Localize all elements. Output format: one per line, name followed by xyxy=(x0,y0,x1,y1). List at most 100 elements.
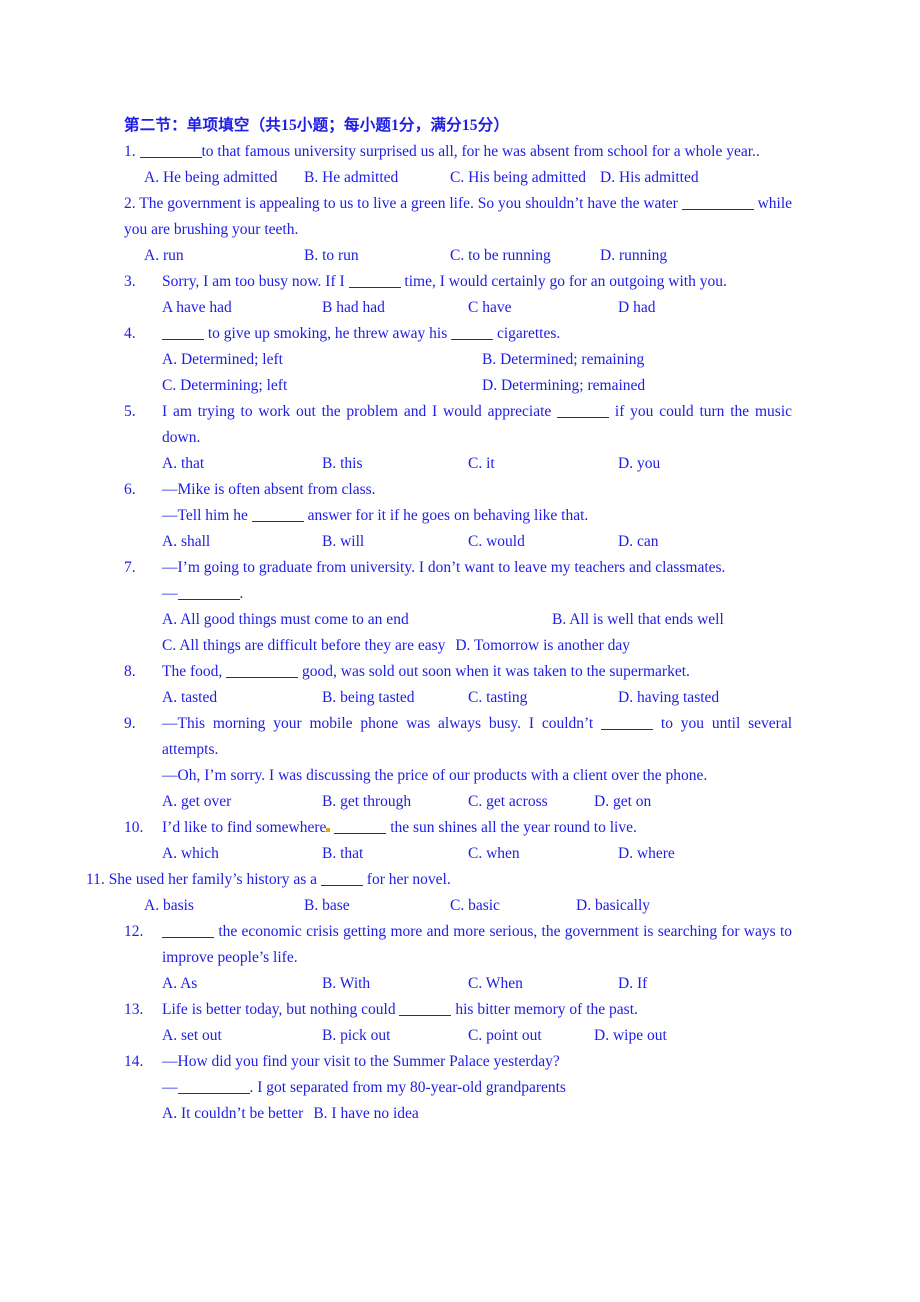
option-a[interactable]: A. get over xyxy=(162,789,322,815)
question-1: 1. to that famous university surprised u… xyxy=(124,139,792,165)
option-d[interactable]: D. having tasted xyxy=(618,685,719,711)
question-3-stem-b: time, I would certainly go for an outgoi… xyxy=(404,273,727,290)
option-c[interactable]: C. Determining; left xyxy=(162,373,482,399)
option-b[interactable]: B. All is well that ends well xyxy=(552,607,792,633)
question-12-options: A. As B. With C. When D. If xyxy=(162,971,792,997)
option-b[interactable]: B. to run xyxy=(304,243,450,269)
option-b[interactable]: B. this xyxy=(322,451,468,477)
question-14-line-1: —How did you find your visit to the Summ… xyxy=(162,1053,560,1070)
option-a[interactable]: A have had xyxy=(162,295,322,321)
option-d[interactable]: D. Determining; remained xyxy=(482,373,645,399)
option-b[interactable]: B. get through xyxy=(322,789,468,815)
question-8-stem-a: The food, xyxy=(162,663,223,680)
option-c[interactable]: C. would xyxy=(468,529,618,555)
question-10-stem-a: I’d like to find somewhere xyxy=(162,819,327,836)
question-8-number: 8. xyxy=(124,663,136,680)
option-a[interactable]: A. tasted xyxy=(162,685,322,711)
question-10-options: A. which B. that C. when D. where xyxy=(162,841,792,867)
option-c[interactable]: C. it xyxy=(468,451,618,477)
question-8-stem: The food, good, was sold out soon when i… xyxy=(162,659,792,685)
question-9-line-2: —Oh, I’m sorry. I was discussing the pri… xyxy=(162,767,708,784)
option-d[interactable]: D. get on xyxy=(594,789,651,815)
document-content: 第二节：单项填空（共15小题；每小题1分，满分15分） 1. to that f… xyxy=(86,113,792,1127)
question-5-stem: I am trying to work out the problem and … xyxy=(162,399,792,451)
question-11-number: 11. xyxy=(86,871,105,888)
option-c[interactable]: C. All things are difficult before they … xyxy=(124,633,445,659)
question-8-options: A. tasted B. being tasted C. tasting D. hav… xyxy=(162,685,792,711)
question-5: 5. I am trying to work out the problem a… xyxy=(124,399,792,477)
option-c[interactable]: C. tasting xyxy=(468,685,618,711)
answer-blank xyxy=(557,402,610,418)
question-7-dash: — xyxy=(162,585,178,602)
option-b[interactable]: B. Determined; remaining xyxy=(482,347,644,373)
question-1-number: 1. xyxy=(124,143,136,160)
option-c[interactable]: C. to be running xyxy=(450,243,600,269)
question-7-number: 7. xyxy=(124,559,136,576)
question-2-number: 2. xyxy=(124,195,136,212)
question-5-number: 5. xyxy=(124,403,136,420)
option-a[interactable]: A. basis xyxy=(144,893,304,919)
option-c[interactable]: C. point out xyxy=(468,1023,594,1049)
question-14-dash: — xyxy=(162,1079,178,1096)
option-b[interactable]: B. I have no idea xyxy=(313,1101,418,1127)
option-a[interactable]: A. As xyxy=(162,971,322,997)
option-a[interactable]: A. which xyxy=(162,841,322,867)
option-a[interactable]: A. shall xyxy=(162,529,322,555)
question-11-stem-b: for her novel. xyxy=(366,871,451,888)
option-d[interactable]: D. If xyxy=(618,971,647,997)
question-13-stem-b: his bitter memory of the past. xyxy=(455,1001,638,1018)
question-3-number: 3. xyxy=(124,273,136,290)
question-6-line-2a: —Tell him he xyxy=(162,507,248,524)
option-b[interactable]: B had had xyxy=(322,295,468,321)
question-12-number: 12. xyxy=(124,923,144,940)
option-d[interactable]: D. wipe out xyxy=(594,1023,667,1049)
option-c[interactable]: C. When xyxy=(468,971,618,997)
question-1-stem: to that famous university surprised us a… xyxy=(201,143,760,160)
question-2-options: A. run B. to run C. to be running D. runnin… xyxy=(124,243,792,269)
option-b[interactable]: B. pick out xyxy=(322,1023,468,1049)
question-4: 4. to give up smoking, he threw away his… xyxy=(124,321,792,399)
option-b[interactable]: B. He admitted xyxy=(304,165,450,191)
question-12-stem: the economic crisis getting more and mor… xyxy=(162,919,792,971)
option-d[interactable]: D. where xyxy=(618,841,675,867)
question-7-period: . xyxy=(239,585,244,602)
option-c[interactable]: C. get across xyxy=(468,789,594,815)
question-10-stem: I’d like to find somewhere the sun shine… xyxy=(162,815,792,841)
option-a[interactable]: A. that xyxy=(162,451,322,477)
option-c[interactable]: C have xyxy=(468,295,618,321)
option-b[interactable]: B. being tasted xyxy=(322,685,468,711)
option-a[interactable]: A. set out xyxy=(162,1023,322,1049)
option-c[interactable]: C. basic xyxy=(450,893,576,919)
option-a[interactable]: A. All good things must come to an end xyxy=(124,607,409,633)
question-9-line-1: —This morning your mobile phone was alwa… xyxy=(162,711,792,763)
option-d[interactable]: D. running xyxy=(600,243,667,269)
option-a[interactable]: A. It couldn’t be better xyxy=(162,1101,303,1127)
question-7-options-row2: C. All things are difficult before they … xyxy=(124,633,792,659)
option-d[interactable]: D. you xyxy=(618,451,660,477)
option-a[interactable]: A. He being admitted xyxy=(144,165,304,191)
question-3-stem-a: Sorry, I am too busy now. If I xyxy=(162,273,345,290)
question-14-line-2b: . I got separated from my 80-year-old gr… xyxy=(249,1079,566,1096)
answer-blank xyxy=(177,584,240,600)
option-b[interactable]: B. base xyxy=(304,893,450,919)
option-b[interactable]: B. will xyxy=(322,529,468,555)
option-c[interactable]: C. when xyxy=(468,841,618,867)
question-13-options: A. set out B. pick out C. point out D. wipe… xyxy=(162,1023,792,1049)
option-b[interactable]: B. With xyxy=(322,971,468,997)
question-14-options: A. It couldn’t be better B. I have no ide… xyxy=(162,1101,792,1127)
answer-blank xyxy=(162,324,204,340)
option-d[interactable]: D. basically xyxy=(576,893,650,919)
option-c[interactable]: C. His being admitted xyxy=(450,165,600,191)
question-2-stem-a: The government is appealing to us to liv… xyxy=(139,195,678,212)
answer-blank xyxy=(226,662,299,678)
option-a[interactable]: A. Determined; left xyxy=(162,347,482,373)
option-d[interactable]: D. Tomorrow is another day xyxy=(455,633,630,659)
option-b[interactable]: B. that xyxy=(322,841,468,867)
question-5-options: A. that B. this C. it D. you xyxy=(162,451,792,477)
option-d[interactable]: D. His admitted xyxy=(600,165,699,191)
question-6: 6. —Mike is often absent from class. —Te… xyxy=(124,477,792,555)
option-a[interactable]: A. run xyxy=(144,243,304,269)
option-d[interactable]: D had xyxy=(618,295,655,321)
question-7-options-row1: A. All good things must come to an end B… xyxy=(124,607,792,633)
option-d[interactable]: D. can xyxy=(618,529,658,555)
